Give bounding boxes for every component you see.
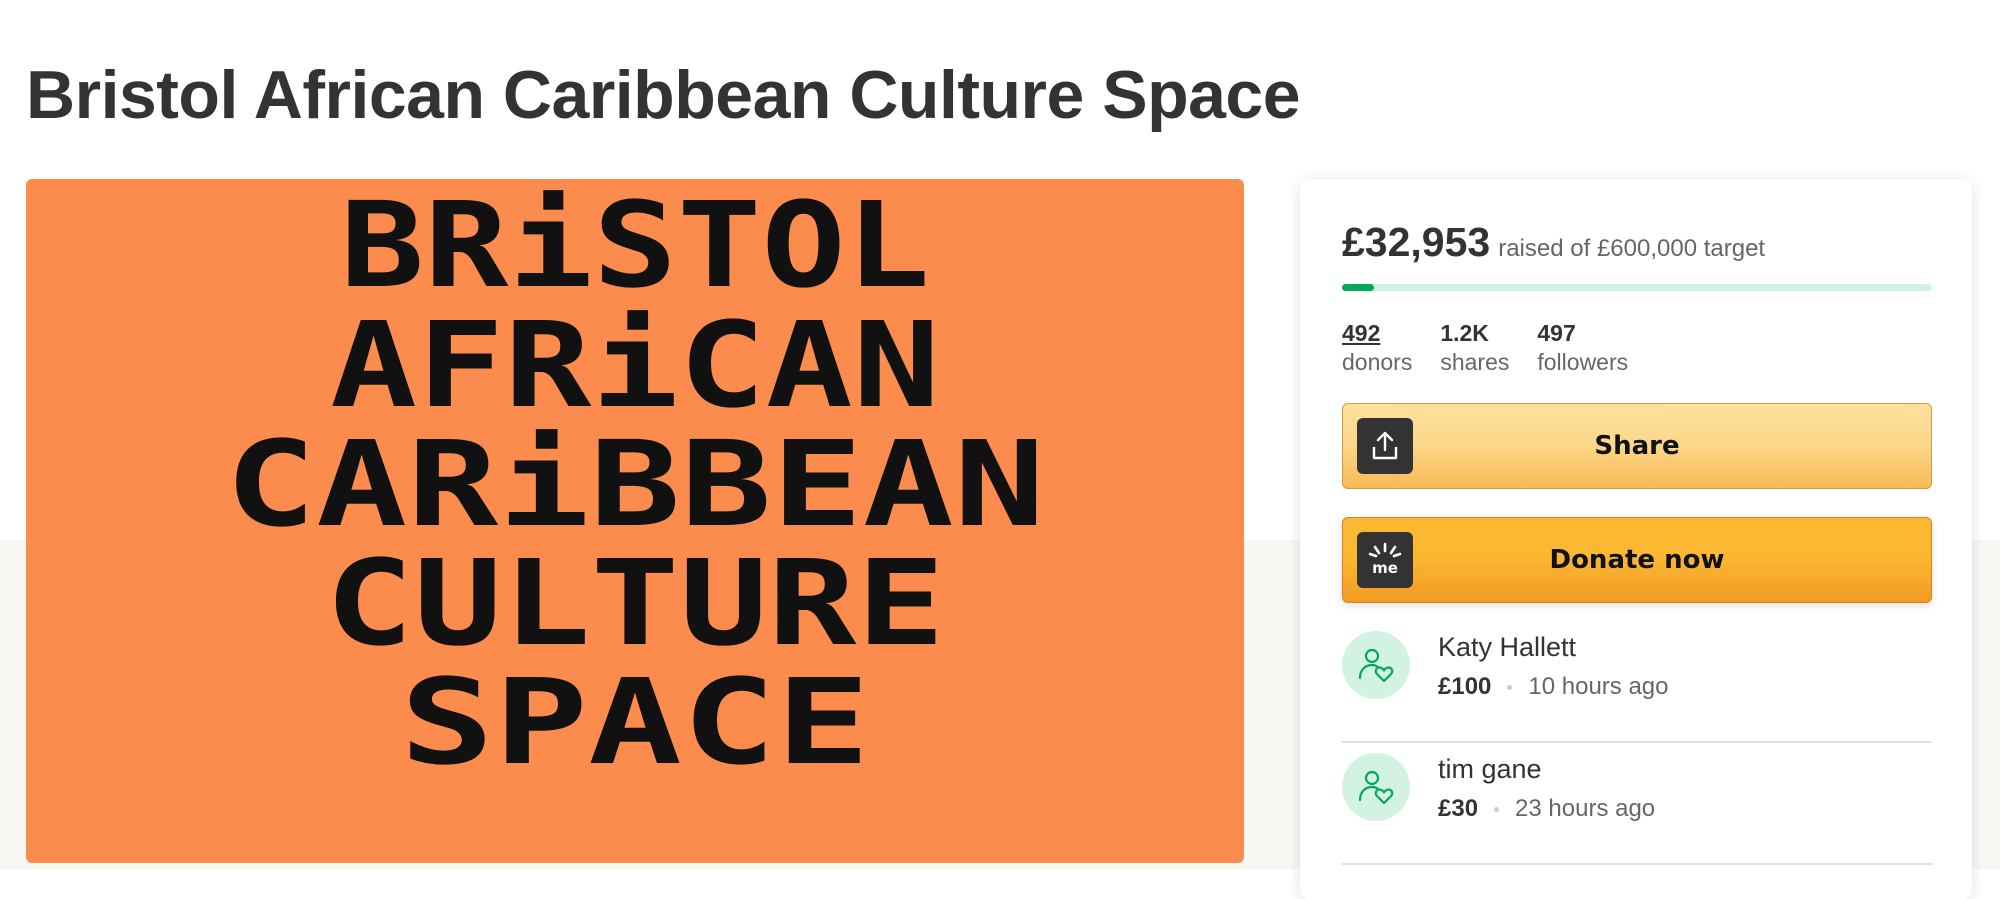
donation-meta: £100 10 hours ago xyxy=(1438,673,1669,701)
page-title: Bristol African Caribbean Culture Space xyxy=(26,57,1301,133)
donation-item: Katy Hallett £100 10 hours ago xyxy=(1342,621,1932,743)
hero-line-2: AFRiCAN xyxy=(330,296,940,434)
donor-heart-icon xyxy=(1342,631,1410,699)
stat-donors-value[interactable]: 492 xyxy=(1342,319,1412,347)
hero-line-5: SPACE xyxy=(400,653,870,791)
stat-followers-value: 497 xyxy=(1537,320,1576,346)
hero-line-1: BRiSTOL xyxy=(340,179,930,314)
donation-amount: £30 xyxy=(1438,795,1479,822)
donate-now-button[interactable]: me Donate now xyxy=(1342,517,1932,603)
donation-item: tim gane £30 23 hours ago xyxy=(1342,743,1932,865)
hero-image: BRiSTOL AFRiCAN CARiBBEAN CULTURE SPACE xyxy=(26,179,1244,863)
hero-line-4: CULTURE xyxy=(325,534,945,672)
stat-shares-value: 1.2K xyxy=(1440,320,1489,346)
stats-row: 492 donors 1.2K shares 497 followers xyxy=(1342,319,1628,377)
stat-shares-label: shares xyxy=(1440,349,1510,375)
hero-line-3: CARiBBEAN xyxy=(225,415,1045,553)
stat-followers: 497 followers xyxy=(1537,319,1628,377)
stat-donors[interactable]: 492 donors xyxy=(1342,319,1412,377)
donation-sidebar-card: £32,953 raised of £600,000 target 492 don… xyxy=(1300,179,1972,899)
progress-bar xyxy=(1342,284,1932,291)
gofundme-icon: me xyxy=(1357,532,1413,588)
target-text: raised of £600,000 target xyxy=(1498,235,1766,262)
gofundme-icon-text: me xyxy=(1372,559,1398,577)
separator-dot xyxy=(1507,684,1513,690)
progress-bar-fill xyxy=(1342,284,1375,291)
donor-name: Katy Hallett xyxy=(1438,632,1577,662)
donation-amount: £100 xyxy=(1438,673,1492,700)
amount-raised: £32,953 raised of £600,000 target xyxy=(1342,219,1765,266)
donor-heart-icon xyxy=(1342,753,1410,821)
stat-followers-label: followers xyxy=(1537,349,1629,375)
donation-meta: £30 23 hours ago xyxy=(1438,795,1655,823)
share-button[interactable]: Share xyxy=(1342,403,1932,489)
donation-time: 23 hours ago xyxy=(1515,795,1656,822)
hero-logo-graphic: BRiSTOL AFRiCAN CARiBBEAN CULTURE SPACE xyxy=(225,179,1045,791)
separator-dot xyxy=(1494,806,1500,812)
share-button-label: Share xyxy=(1594,431,1680,461)
share-upload-icon xyxy=(1357,418,1413,474)
amount-raised-value: £32,953 xyxy=(1342,219,1491,265)
donate-button-label: Donate now xyxy=(1549,545,1725,575)
stat-donors-label: donors xyxy=(1342,349,1413,375)
donor-name: tim gane xyxy=(1438,754,1542,784)
stat-shares: 1.2K shares xyxy=(1440,319,1509,377)
donation-time: 10 hours ago xyxy=(1528,673,1669,700)
